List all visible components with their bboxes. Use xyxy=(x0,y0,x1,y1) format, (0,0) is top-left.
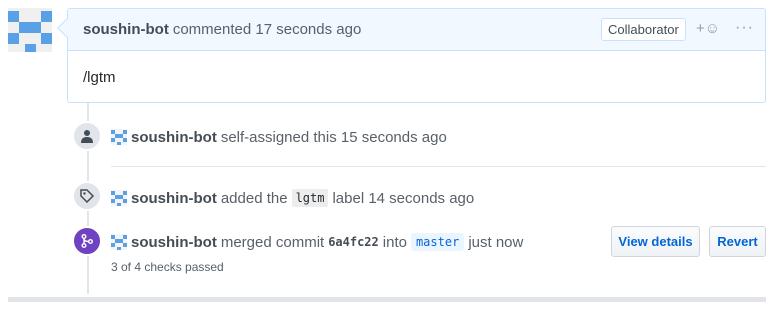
mini-avatar[interactable] xyxy=(111,234,127,250)
git-merge-icon xyxy=(72,226,102,256)
event-text-before: merged commit xyxy=(220,233,325,251)
event-author[interactable]: soushin-bot xyxy=(131,129,217,146)
revert-button[interactable]: Revert xyxy=(709,226,766,257)
event-text-before: added the xyxy=(220,189,288,207)
comment-body: /lgtm xyxy=(83,69,116,86)
event-author[interactable]: soushin-bot xyxy=(131,190,217,207)
tag-icon xyxy=(72,181,102,211)
comment-header: soushin-bot commented 17 seconds ago Col… xyxy=(68,9,765,51)
comment-author[interactable]: soushin-bot xyxy=(83,21,169,38)
comment-time[interactable]: 17 seconds ago xyxy=(255,21,361,38)
event-author[interactable]: soushin-bot xyxy=(131,234,217,251)
event-text-after: label 14 seconds ago xyxy=(332,189,475,207)
event-labeled: soushin-bot added the lgtm label 14 seco… xyxy=(111,188,474,208)
branch-name[interactable]: master xyxy=(410,233,465,251)
pr-timeline: soushin-bot commented 17 seconds ago Col… xyxy=(0,0,776,309)
event-text: self-assigned this 15 seconds ago xyxy=(220,128,447,146)
separator xyxy=(111,166,766,167)
event-text-mid: into xyxy=(382,233,407,251)
commit-sha[interactable]: 6a4fc22 xyxy=(328,235,379,249)
view-details-button[interactable]: View details xyxy=(611,226,700,257)
comment-action: commented xyxy=(172,21,252,38)
add-reaction-icon[interactable]: +☺ xyxy=(696,19,720,39)
bottom-divider xyxy=(8,297,766,302)
event-text-after[interactable]: just now xyxy=(468,234,523,251)
event-self-assigned: soushin-bot self-assigned this 15 second… xyxy=(111,127,447,147)
mini-avatar[interactable] xyxy=(111,129,127,145)
avatar[interactable] xyxy=(8,8,52,52)
person-icon xyxy=(72,121,102,151)
label-lgtm[interactable]: lgtm xyxy=(291,189,329,207)
mini-avatar[interactable] xyxy=(111,190,127,206)
checks-status: 3 of 4 checks passed xyxy=(111,260,224,274)
event-merged: soushin-bot merged commit 6a4fc22 into m… xyxy=(111,232,523,252)
comment-box: soushin-bot commented 17 seconds ago Col… xyxy=(57,8,766,103)
kebab-icon[interactable]: ··· xyxy=(735,18,754,38)
collaborator-badge: Collaborator xyxy=(601,18,686,41)
